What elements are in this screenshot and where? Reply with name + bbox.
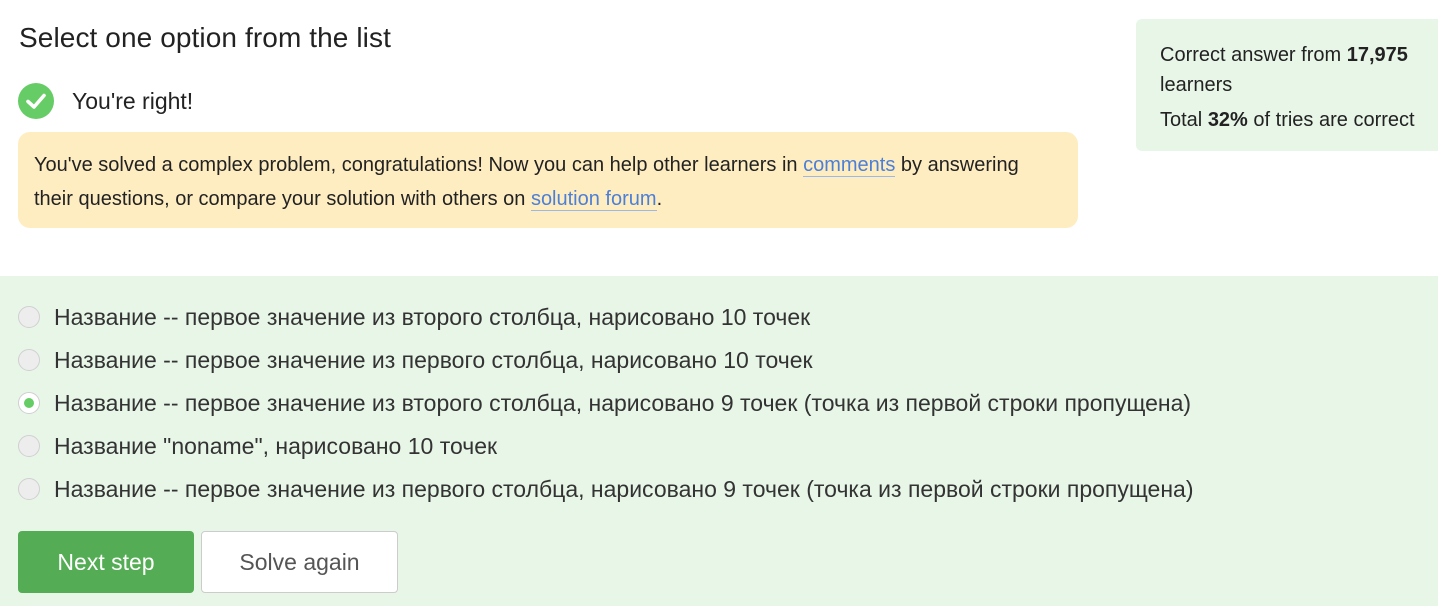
option-5[interactable]: Название -- первое значение из первого с… bbox=[18, 474, 1194, 504]
radio-button[interactable] bbox=[18, 435, 40, 457]
hint-box: You've solved a complex problem, congrat… bbox=[18, 132, 1078, 228]
radio-button[interactable] bbox=[18, 306, 40, 328]
radio-button-selected[interactable] bbox=[18, 392, 40, 414]
option-label: Название "noname", нарисовано 10 точек bbox=[54, 432, 498, 459]
stats-total-tries: Total 32% of tries are correct bbox=[1160, 105, 1415, 135]
option-2[interactable]: Название -- первое значение из первого с… bbox=[18, 345, 813, 375]
option-label: Название -- первое значение из первого с… bbox=[54, 475, 1194, 502]
stats-text: Total bbox=[1160, 109, 1208, 131]
step-title: Select one option from the list bbox=[19, 22, 391, 53]
option-label: Название -- первое значение из второго с… bbox=[54, 389, 1192, 416]
result-status: You're right! bbox=[18, 83, 193, 119]
solution-forum-link[interactable]: solution forum bbox=[530, 188, 657, 211]
stats-correct-answers: Correct answer from 17,975 learners bbox=[1160, 40, 1408, 100]
hint-text-1: You've solved a complex problem, congrat… bbox=[34, 154, 804, 176]
stats-panel: Correct answer from 17,975 learners Total… bbox=[1136, 19, 1438, 151]
radio-button[interactable] bbox=[18, 478, 40, 500]
solve-again-button[interactable]: Solve again bbox=[201, 531, 398, 593]
hint-text-end: . bbox=[656, 188, 663, 210]
learners-count: 17,975 bbox=[1346, 44, 1408, 66]
option-4[interactable]: Название "noname", нарисовано 10 точек bbox=[18, 431, 497, 461]
radio-button[interactable] bbox=[18, 349, 40, 371]
option-1[interactable]: Название -- первое значение из второго с… bbox=[18, 302, 810, 332]
radio-dot-icon bbox=[24, 398, 34, 408]
stats-text: Correct answer from bbox=[1160, 44, 1347, 66]
check-circle-icon bbox=[18, 83, 54, 119]
result-text: You're right! bbox=[72, 87, 194, 114]
comments-link[interactable]: comments bbox=[803, 154, 896, 177]
option-label: Название -- первое значение из первого с… bbox=[54, 346, 813, 373]
next-step-button[interactable]: Next step bbox=[18, 531, 194, 593]
option-3[interactable]: Название -- первое значение из второго с… bbox=[18, 388, 1191, 418]
correct-percent: 32% bbox=[1207, 109, 1248, 131]
stats-text: of tries are correct bbox=[1247, 109, 1415, 131]
option-label: Название -- первое значение из второго с… bbox=[54, 303, 811, 330]
stats-learners-word: learners bbox=[1160, 74, 1233, 96]
